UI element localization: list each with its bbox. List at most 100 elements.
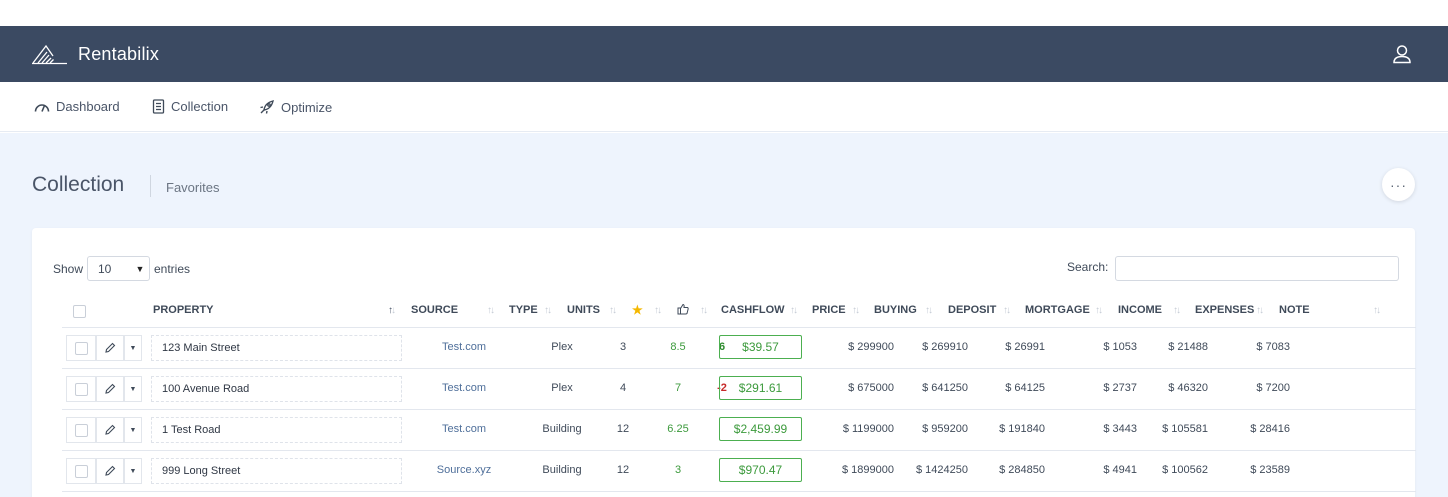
mortgage-cell: $ 1053 bbox=[1103, 341, 1137, 353]
units-cell: 12 bbox=[616, 464, 630, 476]
star-icon[interactable]: ★ bbox=[632, 303, 643, 317]
col-header-source[interactable]: SOURCE bbox=[411, 304, 458, 316]
sort-cashflow-icon[interactable]: ↑↓ bbox=[790, 305, 798, 316]
buying-cell: $ 269910 bbox=[922, 341, 968, 353]
col-header-cashflow[interactable]: CASHFLOW bbox=[721, 304, 785, 316]
property-field[interactable]: 123 Main Street bbox=[151, 335, 402, 361]
row-checkbox[interactable] bbox=[74, 423, 88, 437]
deposit-cell: $ 191840 bbox=[999, 423, 1045, 435]
caret-down-icon: ▼ bbox=[129, 467, 137, 475]
type-cell: Plex bbox=[551, 382, 573, 394]
thumbs-up-icon[interactable] bbox=[677, 303, 689, 315]
table-row: ▼ 123 Main Street Test.com Plex 3 8.5 6 $39.57 $… bbox=[62, 328, 1416, 369]
collection-table-card: Show 10 ▼ entries Search: PROPERTY ↑↓ SO… bbox=[32, 228, 1416, 497]
type-cell: Building bbox=[542, 423, 582, 435]
col-header-expenses[interactable]: EXPENSES bbox=[1195, 304, 1254, 316]
source-link[interactable]: Test.com bbox=[431, 382, 497, 394]
expenses-cell: $ 23589 bbox=[1250, 464, 1290, 476]
row-checkbox[interactable] bbox=[74, 464, 88, 478]
edit-button[interactable] bbox=[96, 335, 124, 361]
edit-button[interactable] bbox=[96, 458, 124, 484]
row-actions-dropdown[interactable]: ▼ bbox=[124, 335, 142, 361]
price-cell: $ 1899000 bbox=[842, 464, 894, 476]
nav-item-optimize[interactable]: Optimize bbox=[259, 99, 332, 115]
sort-source-icon[interactable]: ↑↓ bbox=[487, 305, 495, 316]
edit-button[interactable] bbox=[96, 417, 124, 443]
buying-cell: $ 641250 bbox=[922, 382, 968, 394]
cashflow-value[interactable]: $970.47 bbox=[719, 458, 802, 482]
source-link[interactable]: Test.com bbox=[431, 341, 497, 353]
table-row: ▼ 100 Avenue Road Test.com Plex 4 7 -2 $291.61 $… bbox=[62, 369, 1416, 410]
sort-rating-icon[interactable]: ↑↓ bbox=[654, 305, 662, 316]
select-all-checkbox[interactable] bbox=[73, 305, 86, 318]
sort-units-icon[interactable]: ↑↓ bbox=[609, 305, 617, 316]
sort-income-icon[interactable]: ↑↓ bbox=[1173, 305, 1181, 316]
sort-deposit-icon[interactable]: ↑↓ bbox=[1003, 305, 1011, 316]
income-cell: $ 105581 bbox=[1162, 423, 1208, 435]
row-actions-dropdown[interactable]: ▼ bbox=[124, 458, 142, 484]
nav-item-collection[interactable]: Collection bbox=[152, 99, 228, 114]
row-checkbox-cell[interactable] bbox=[66, 335, 96, 361]
sort-price-icon[interactable]: ↑↓ bbox=[852, 305, 860, 316]
pencil-icon bbox=[105, 342, 116, 353]
units-cell: 3 bbox=[619, 341, 627, 353]
income-cell: $ 46320 bbox=[1168, 382, 1208, 394]
nav-item-dashboard[interactable]: Dashboard bbox=[34, 99, 120, 114]
property-field[interactable]: 1 Test Road bbox=[151, 417, 402, 443]
col-header-note[interactable]: NOTE bbox=[1279, 304, 1310, 316]
row-actions-dropdown[interactable]: ▼ bbox=[124, 376, 142, 402]
brand[interactable]: Rentabilix bbox=[32, 42, 159, 66]
row-checkbox[interactable] bbox=[74, 382, 88, 396]
price-cell: $ 675000 bbox=[848, 382, 894, 394]
sort-vote-icon[interactable]: ↑↓ bbox=[700, 305, 708, 316]
sort-mortgage-icon[interactable]: ↑↓ bbox=[1095, 305, 1103, 316]
more-options-button[interactable]: ··· bbox=[1382, 168, 1415, 201]
sort-note-icon[interactable]: ↑↓ bbox=[1373, 305, 1381, 316]
source-link[interactable]: Source.xyz bbox=[431, 464, 497, 476]
col-header-deposit[interactable]: DEPOSIT bbox=[948, 304, 996, 316]
sort-property-icon[interactable]: ↑↓ bbox=[388, 305, 396, 316]
col-header-price[interactable]: PRICE bbox=[812, 304, 846, 316]
cashflow-value[interactable]: $39.57 bbox=[719, 335, 802, 359]
search-label: Search: bbox=[1067, 260, 1109, 274]
search-input[interactable] bbox=[1115, 256, 1399, 281]
price-cell: $ 1199000 bbox=[842, 423, 894, 435]
table-row: ▼ 1 Test Road Test.com Building 12 6.25 $2,459… bbox=[62, 410, 1416, 451]
app-name: Rentabilix bbox=[78, 43, 160, 64]
sort-buying-icon[interactable]: ↑↓ bbox=[925, 305, 933, 316]
col-header-type[interactable]: TYPE bbox=[509, 304, 538, 316]
row-checkbox[interactable] bbox=[74, 341, 88, 355]
col-header-units[interactable]: UNITS bbox=[567, 304, 600, 316]
logo-icon bbox=[32, 44, 67, 65]
row-checkbox-cell[interactable] bbox=[66, 376, 96, 402]
mortgage-cell: $ 3443 bbox=[1103, 423, 1137, 435]
col-header-buying[interactable]: BUYING bbox=[874, 304, 917, 316]
cashflow-value[interactable]: $2,459.99 bbox=[719, 417, 802, 441]
col-header-mortgage[interactable]: MORTGAGE bbox=[1025, 304, 1090, 316]
expenses-cell: $ 28416 bbox=[1250, 423, 1290, 435]
price-cell: $ 299900 bbox=[848, 341, 894, 353]
cashflow-value[interactable]: $291.61 bbox=[719, 376, 802, 400]
user-profile-icon[interactable] bbox=[1391, 43, 1413, 65]
ellipsis-icon: ··· bbox=[1390, 176, 1407, 193]
row-checkbox-cell[interactable] bbox=[66, 417, 96, 443]
edit-button[interactable] bbox=[96, 376, 124, 402]
property-field[interactable]: 100 Avenue Road bbox=[151, 376, 402, 402]
entries-per-page-select[interactable]: 10 ▼ bbox=[87, 256, 150, 281]
sort-type-icon[interactable]: ↑↓ bbox=[544, 305, 552, 316]
row-checkbox-cell[interactable] bbox=[66, 458, 96, 484]
pencil-icon bbox=[105, 465, 116, 476]
deposit-cell: $ 26991 bbox=[1005, 341, 1045, 353]
col-header-income[interactable]: INCOME bbox=[1118, 304, 1162, 316]
document-icon bbox=[152, 99, 165, 114]
col-header-property[interactable]: PROPERTY bbox=[153, 304, 214, 316]
source-link[interactable]: Test.com bbox=[431, 423, 497, 435]
nav-label-optimize: Optimize bbox=[281, 99, 333, 115]
caret-down-icon: ▼ bbox=[129, 385, 137, 393]
title-divider bbox=[150, 175, 151, 197]
property-field[interactable]: 999 Long Street bbox=[151, 458, 402, 484]
nav-label-collection: Collection bbox=[171, 99, 229, 114]
sort-expenses-icon[interactable]: ↑↓ bbox=[1256, 305, 1264, 316]
caret-down-icon: ▼ bbox=[129, 426, 137, 434]
row-actions-dropdown[interactable]: ▼ bbox=[124, 417, 142, 443]
